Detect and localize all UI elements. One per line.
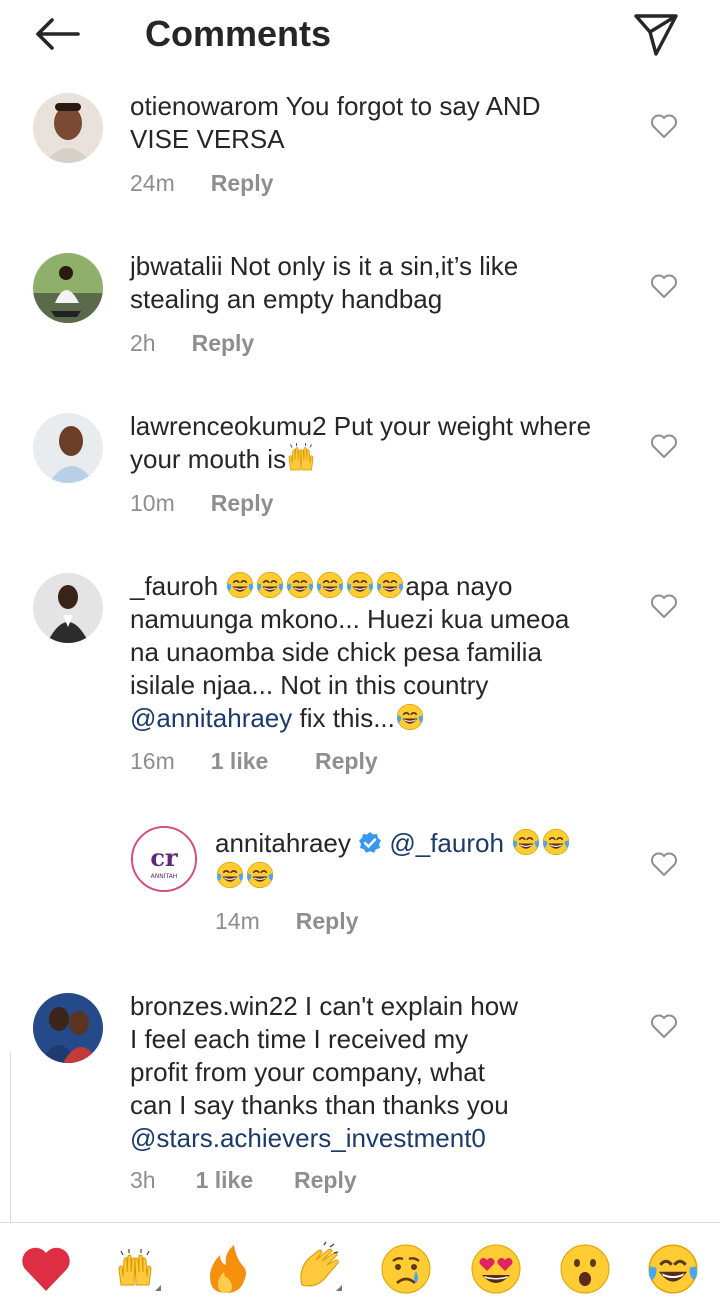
tears-of-joy-emoji-icon: [375, 570, 405, 600]
comment-item: bronzes.win22 I can't explain how I feel…: [0, 991, 720, 1213]
comment-time: 24m: [130, 170, 175, 196]
reply-button[interactable]: Reply: [192, 330, 255, 356]
comment-username[interactable]: bronzes.win22: [130, 991, 298, 1021]
avatar[interactable]: [33, 253, 103, 323]
reply-button[interactable]: Reply: [294, 1167, 357, 1193]
comment-username[interactable]: otienowarom: [130, 91, 279, 121]
comment-time: 3h: [130, 1167, 156, 1193]
back-button[interactable]: [28, 12, 84, 56]
comment-meta: 24m Reply: [130, 170, 309, 197]
comment-time: 2h: [130, 330, 156, 356]
svg-text:cr: cr: [150, 843, 178, 872]
comment-item: jbwatalii Not only is it a sin,it’s like…: [0, 251, 720, 393]
comment-text: isilale njaa... Not in this country: [130, 670, 489, 700]
comment-text: Not only is it a sin,it’s like: [229, 251, 519, 281]
tears-of-joy-emoji-icon: [315, 570, 345, 600]
tears-of-joy-emoji-icon: [255, 570, 285, 600]
mention-link[interactable]: @stars.achievers_investment0: [130, 1123, 486, 1153]
comment-text: stealing an empty handbag: [130, 284, 443, 314]
comment-username[interactable]: annitahraey: [215, 828, 351, 858]
avatar[interactable]: [33, 573, 103, 643]
crying-face-reaction-icon[interactable]: [378, 1241, 434, 1297]
avatar[interactable]: [33, 993, 103, 1063]
comment-item: _fauroh apa nayo namuunga mkono... Huezi…: [0, 570, 720, 793]
comment-username[interactable]: lawrenceokumu2: [130, 411, 327, 441]
comment-meta: 16m 1 like: [130, 748, 304, 775]
emoji-reaction-bar: [0, 1222, 720, 1314]
fire-reaction-icon[interactable]: [198, 1241, 254, 1297]
comment-text: VISE VERSA: [130, 124, 285, 154]
arrow-left-icon: [36, 18, 80, 50]
comment-text: can I say thanks than thanks you: [130, 1090, 509, 1120]
svg-text:ANNITAH: ANNITAH: [151, 873, 178, 880]
avatar[interactable]: [33, 413, 103, 483]
share-button[interactable]: [628, 10, 682, 58]
reply-button[interactable]: Reply: [211, 170, 274, 196]
comment-time: 14m: [215, 908, 260, 934]
comment-username[interactable]: jbwatalii: [130, 251, 223, 281]
comment-text: namuunga mkono... Huezi kua umeoa: [130, 604, 570, 634]
verified-badge-icon: [359, 832, 382, 853]
comment-item: otienowarom You forgot to say AND VISE V…: [0, 91, 720, 233]
mention-link[interactable]: @_fauroh: [389, 828, 504, 858]
surprised-face-reaction-icon[interactable]: [557, 1241, 613, 1297]
raising-hands-emoji-icon: [286, 443, 316, 473]
heart-icon[interactable]: [650, 851, 678, 877]
clapping-hands-reaction-icon[interactable]: [288, 1241, 344, 1297]
reply-comment-item: cr ANNITAH annitahraey @_fauroh 14m Reply: [0, 826, 720, 956]
tears-of-joy-emoji-icon: [215, 860, 245, 890]
tears-of-joy-emoji-icon: [541, 827, 571, 857]
reply-button[interactable]: Reply: [296, 908, 359, 934]
tears-of-joy-emoji-icon: [395, 702, 425, 732]
tears-of-joy-emoji-icon: [345, 570, 375, 600]
tears-of-joy-emoji-icon: [285, 570, 315, 600]
comment-username[interactable]: _fauroh: [130, 571, 218, 601]
heart-icon[interactable]: [650, 273, 678, 299]
mention-link[interactable]: @annitahraey: [130, 703, 292, 733]
comment-item: lawrenceokumu2 Put your weight where you…: [0, 411, 720, 553]
comment-text: your mouth is: [130, 444, 287, 474]
heart-icon[interactable]: [650, 593, 678, 619]
comment-time: 10m: [130, 490, 175, 516]
tears-of-joy-reaction-icon[interactable]: [645, 1241, 701, 1297]
like-count[interactable]: 1 like: [196, 1167, 254, 1193]
reply-button[interactable]: Reply: [211, 490, 274, 516]
heart-eyes-reaction-icon[interactable]: [468, 1241, 524, 1297]
comment-text: apa nayo: [405, 571, 513, 601]
comment-text: na unaomba side chick pesa familia: [130, 637, 542, 667]
header: Comments: [0, 0, 720, 70]
comment-meta: 14m Reply: [215, 908, 394, 935]
comment-meta: 3h 1 like: [130, 1167, 289, 1194]
heart-icon[interactable]: [650, 113, 678, 139]
page-title: Comments: [145, 13, 332, 54]
comment-meta: 10m Reply: [130, 490, 309, 517]
reply-button[interactable]: Reply: [315, 748, 378, 774]
comment-text: I can't explain how: [304, 991, 518, 1021]
tears-of-joy-emoji-icon: [245, 860, 275, 890]
like-count[interactable]: 1 like: [211, 748, 269, 774]
red-heart-reaction-icon[interactable]: [18, 1241, 74, 1297]
comment-meta: 2h Reply: [130, 330, 290, 357]
heart-icon[interactable]: [650, 1013, 678, 1039]
raising-hands-reaction-icon[interactable]: [107, 1241, 163, 1297]
avatar[interactable]: cr ANNITAH: [131, 826, 197, 892]
tears-of-joy-emoji-icon: [511, 827, 541, 857]
comment-text: Put your weight where: [333, 411, 592, 441]
paper-plane-icon: [634, 14, 678, 56]
heart-icon[interactable]: [650, 433, 678, 459]
comment-time: 16m: [130, 748, 175, 774]
comment-text: profit from your company, what: [130, 1057, 485, 1087]
avatar[interactable]: [33, 93, 103, 163]
tears-of-joy-emoji-icon: [225, 570, 255, 600]
comment-text: You forgot to say AND: [285, 91, 541, 121]
comment-text: fix this...: [292, 703, 395, 733]
comment-text: I feel each time I received my: [130, 1024, 469, 1054]
